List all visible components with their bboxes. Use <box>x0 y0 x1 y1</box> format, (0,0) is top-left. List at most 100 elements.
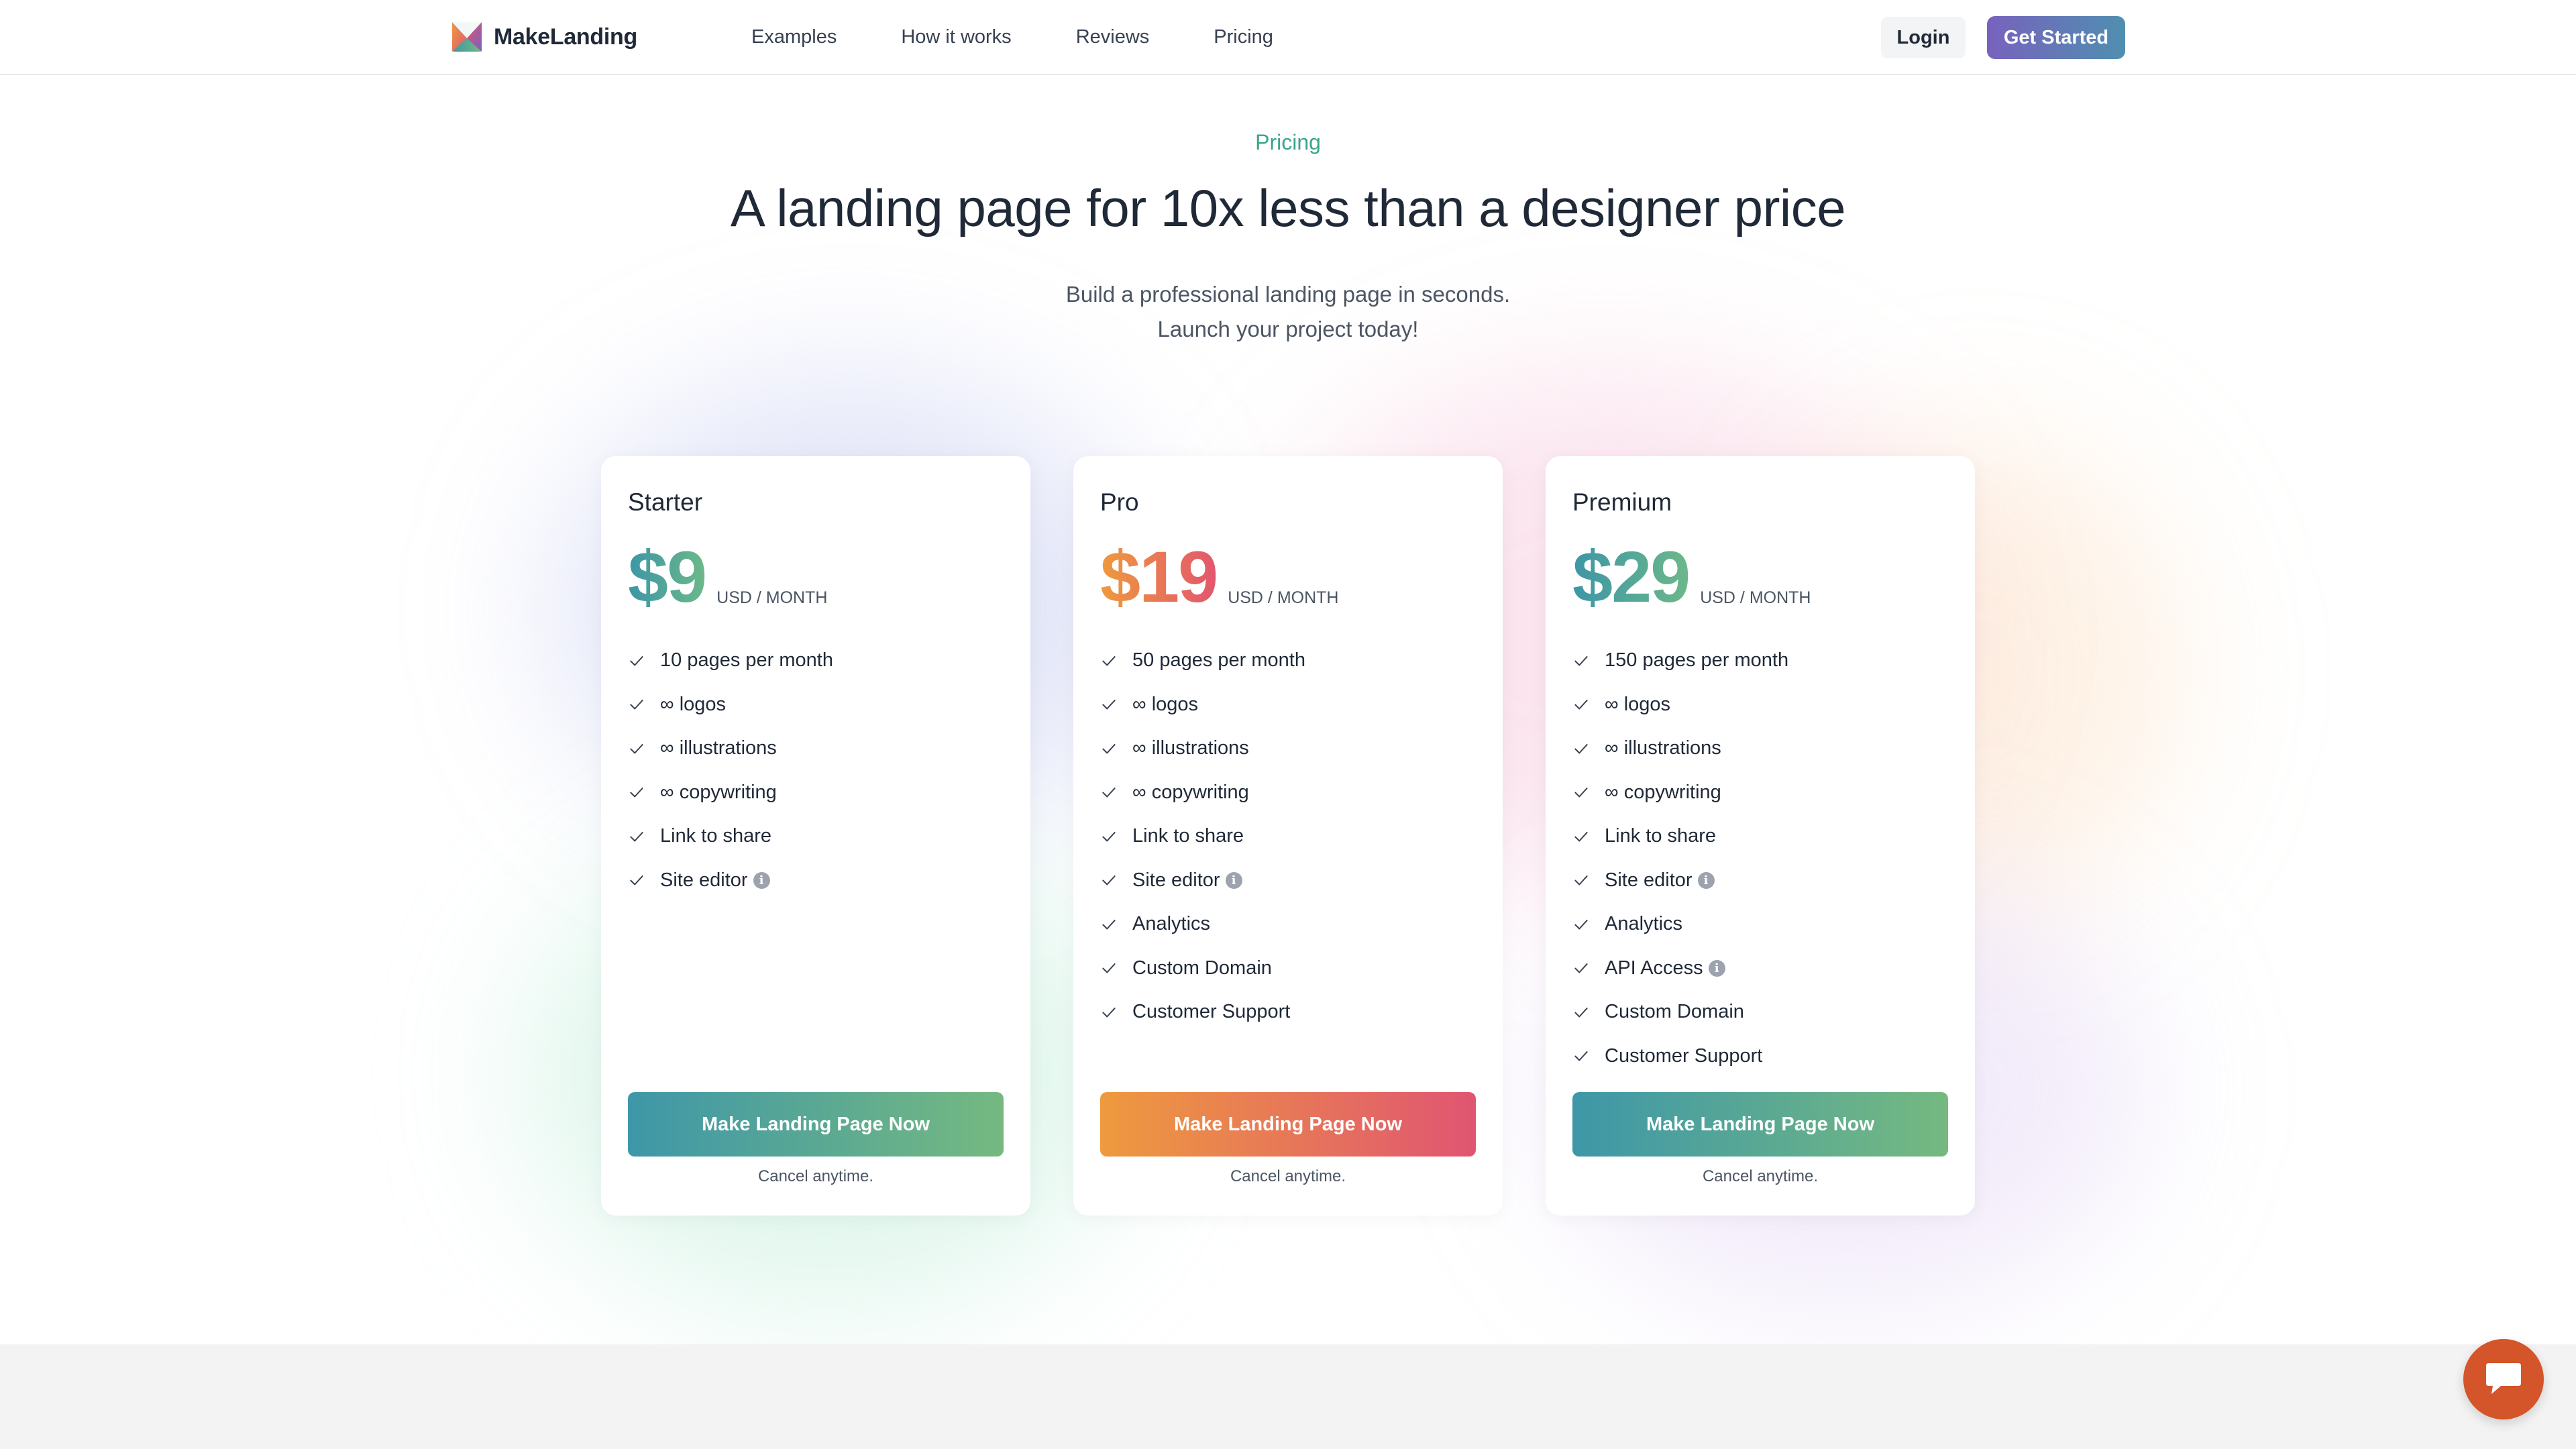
feature-item: ∞ illustrations <box>1100 727 1305 771</box>
cancel-note: Cancel anytime. <box>757 1167 874 1185</box>
make-landing-page-button[interactable]: Make Landing Page Now <box>1100 1092 1476 1157</box>
nav-link-how-it-works[interactable]: How it works <box>901 26 1011 48</box>
feature-label: Customer Support <box>1605 1044 1763 1067</box>
check-icon <box>1574 700 1588 710</box>
feature-item: Custom Domain <box>1572 990 1788 1034</box>
feature-item: 10 pages per month <box>628 639 833 683</box>
make-landing-page-button[interactable]: Make Landing Page Now <box>1572 1092 1948 1157</box>
check-icon <box>1102 1007 1116 1018</box>
feature-label: Analytics <box>1132 913 1211 935</box>
make-landing-page-button[interactable]: Make Landing Page Now <box>628 1092 1004 1157</box>
price-row: $9 USD / MONTH <box>628 541 827 613</box>
pricing-card-starter: Starter $9 USD / MONTH 10 pages per mont… <box>601 456 1030 1216</box>
nav-link-pricing[interactable]: Pricing <box>1214 26 1273 48</box>
chat-launcher-button[interactable] <box>2463 1339 2544 1419</box>
feature-item: API Access i <box>1572 947 1788 991</box>
check-icon <box>1102 875 1116 885</box>
top-navbar: MakeLanding Examples How it works Review… <box>0 0 2576 75</box>
feature-label: ∞ illustrations <box>1132 737 1249 759</box>
feature-list: 10 pages per month ∞ logos ∞ illustratio… <box>628 639 833 902</box>
check-icon <box>1574 1007 1588 1018</box>
brand-logo[interactable]: MakeLanding <box>451 21 637 53</box>
feature-item: ∞ illustrations <box>1572 727 1788 771</box>
check-icon <box>1102 963 1116 973</box>
feature-label: Site editor <box>1605 869 1693 891</box>
hero-subtitle-line-1: Build a professional landing page in sec… <box>1065 282 1511 307</box>
get-started-button[interactable]: Get Started <box>1987 16 2125 59</box>
feature-label: 150 pages per month <box>1605 649 1789 672</box>
feature-item: ∞ copywriting <box>1572 771 1788 815</box>
plan-name: Premium <box>1572 488 1672 516</box>
plan-price: $29 <box>1572 536 1690 617</box>
check-icon <box>630 700 643 710</box>
info-icon[interactable]: i <box>1708 959 1725 977</box>
brand-name: MakeLanding <box>494 23 637 50</box>
check-icon <box>630 743 643 754</box>
feature-label: ∞ copywriting <box>1605 781 1721 803</box>
feature-label: Site editor <box>660 869 748 891</box>
feature-label: ∞ copywriting <box>660 781 777 803</box>
check-icon <box>1102 700 1116 710</box>
info-icon[interactable]: i <box>1697 871 1715 889</box>
main-nav: Examples How it works Reviews Pricing <box>751 0 1273 74</box>
feature-item: Link to share <box>1100 814 1305 859</box>
cancel-note: Cancel anytime. <box>1702 1167 1819 1185</box>
feature-item: Link to share <box>628 814 833 859</box>
check-icon <box>1574 1051 1588 1061</box>
price-row: $29 USD / MONTH <box>1572 541 1811 613</box>
feature-item: Customer Support <box>1100 990 1305 1034</box>
price-unit: USD / MONTH <box>716 588 828 607</box>
check-icon <box>630 875 643 885</box>
price-unit: USD / MONTH <box>1228 588 1339 607</box>
feature-label: Site editor <box>1132 869 1220 891</box>
check-icon <box>630 655 643 666</box>
feature-label: ∞ illustrations <box>660 737 777 759</box>
check-icon <box>1574 831 1588 842</box>
feature-list: 50 pages per month ∞ logos ∞ illustratio… <box>1100 639 1305 1034</box>
pricing-card-pro: Pro $19 USD / MONTH 50 pages per month ∞… <box>1073 456 1503 1216</box>
plan-price: $19 <box>1100 536 1218 617</box>
nav-link-reviews[interactable]: Reviews <box>1076 26 1150 48</box>
feature-label: ∞ illustrations <box>1605 737 1721 759</box>
cancel-note: Cancel anytime. <box>1230 1167 1346 1185</box>
feature-item: Link to share <box>1572 814 1788 859</box>
feature-item: ∞ illustrations <box>628 727 833 771</box>
feature-label: Analytics <box>1605 913 1683 935</box>
feature-item: Site editor i <box>628 859 833 903</box>
feature-item: Custom Domain <box>1100 947 1305 991</box>
feature-label: Custom Domain <box>1132 957 1272 979</box>
price-unit: USD / MONTH <box>1700 588 1811 607</box>
login-button[interactable]: Login <box>1881 17 1966 58</box>
feature-label: ∞ logos <box>660 693 727 715</box>
plan-name: Starter <box>628 488 703 516</box>
check-icon <box>1574 743 1588 754</box>
feature-item: Site editor i <box>1572 859 1788 903</box>
pricing-card-premium: Premium $29 USD / MONTH 150 pages per mo… <box>1546 456 1975 1216</box>
feature-item: Analytics <box>1100 902 1305 947</box>
check-icon <box>1574 875 1588 885</box>
check-icon <box>1102 743 1116 754</box>
check-icon <box>1102 788 1116 798</box>
feature-label: API Access <box>1605 957 1703 979</box>
feature-label: 10 pages per month <box>660 649 833 672</box>
envelope-logo-icon <box>452 22 482 52</box>
feature-label: 50 pages per month <box>1132 649 1305 672</box>
feature-item: 150 pages per month <box>1572 639 1788 683</box>
info-icon[interactable]: i <box>1225 871 1242 889</box>
feature-item: ∞ logos <box>1572 683 1788 727</box>
feature-label: Link to share <box>1132 825 1244 847</box>
check-icon <box>1102 655 1116 666</box>
check-icon <box>1102 919 1116 930</box>
feature-label: Custom Domain <box>1605 1001 1744 1023</box>
nav-link-examples[interactable]: Examples <box>751 26 837 48</box>
plan-price: $9 <box>628 536 707 617</box>
check-icon <box>1574 919 1588 930</box>
feature-item: ∞ copywriting <box>628 771 833 815</box>
hero-subtitle-line-2: Launch your project today! <box>1157 317 1419 341</box>
feature-label: Customer Support <box>1132 1001 1291 1023</box>
page-headline: A landing page for 10x less than a desig… <box>730 178 1846 237</box>
info-icon[interactable]: i <box>753 871 770 889</box>
feature-item: Customer Support <box>1572 1034 1788 1079</box>
check-icon <box>630 788 643 798</box>
feature-list: 150 pages per month ∞ logos ∞ illustrati… <box>1572 639 1788 1078</box>
